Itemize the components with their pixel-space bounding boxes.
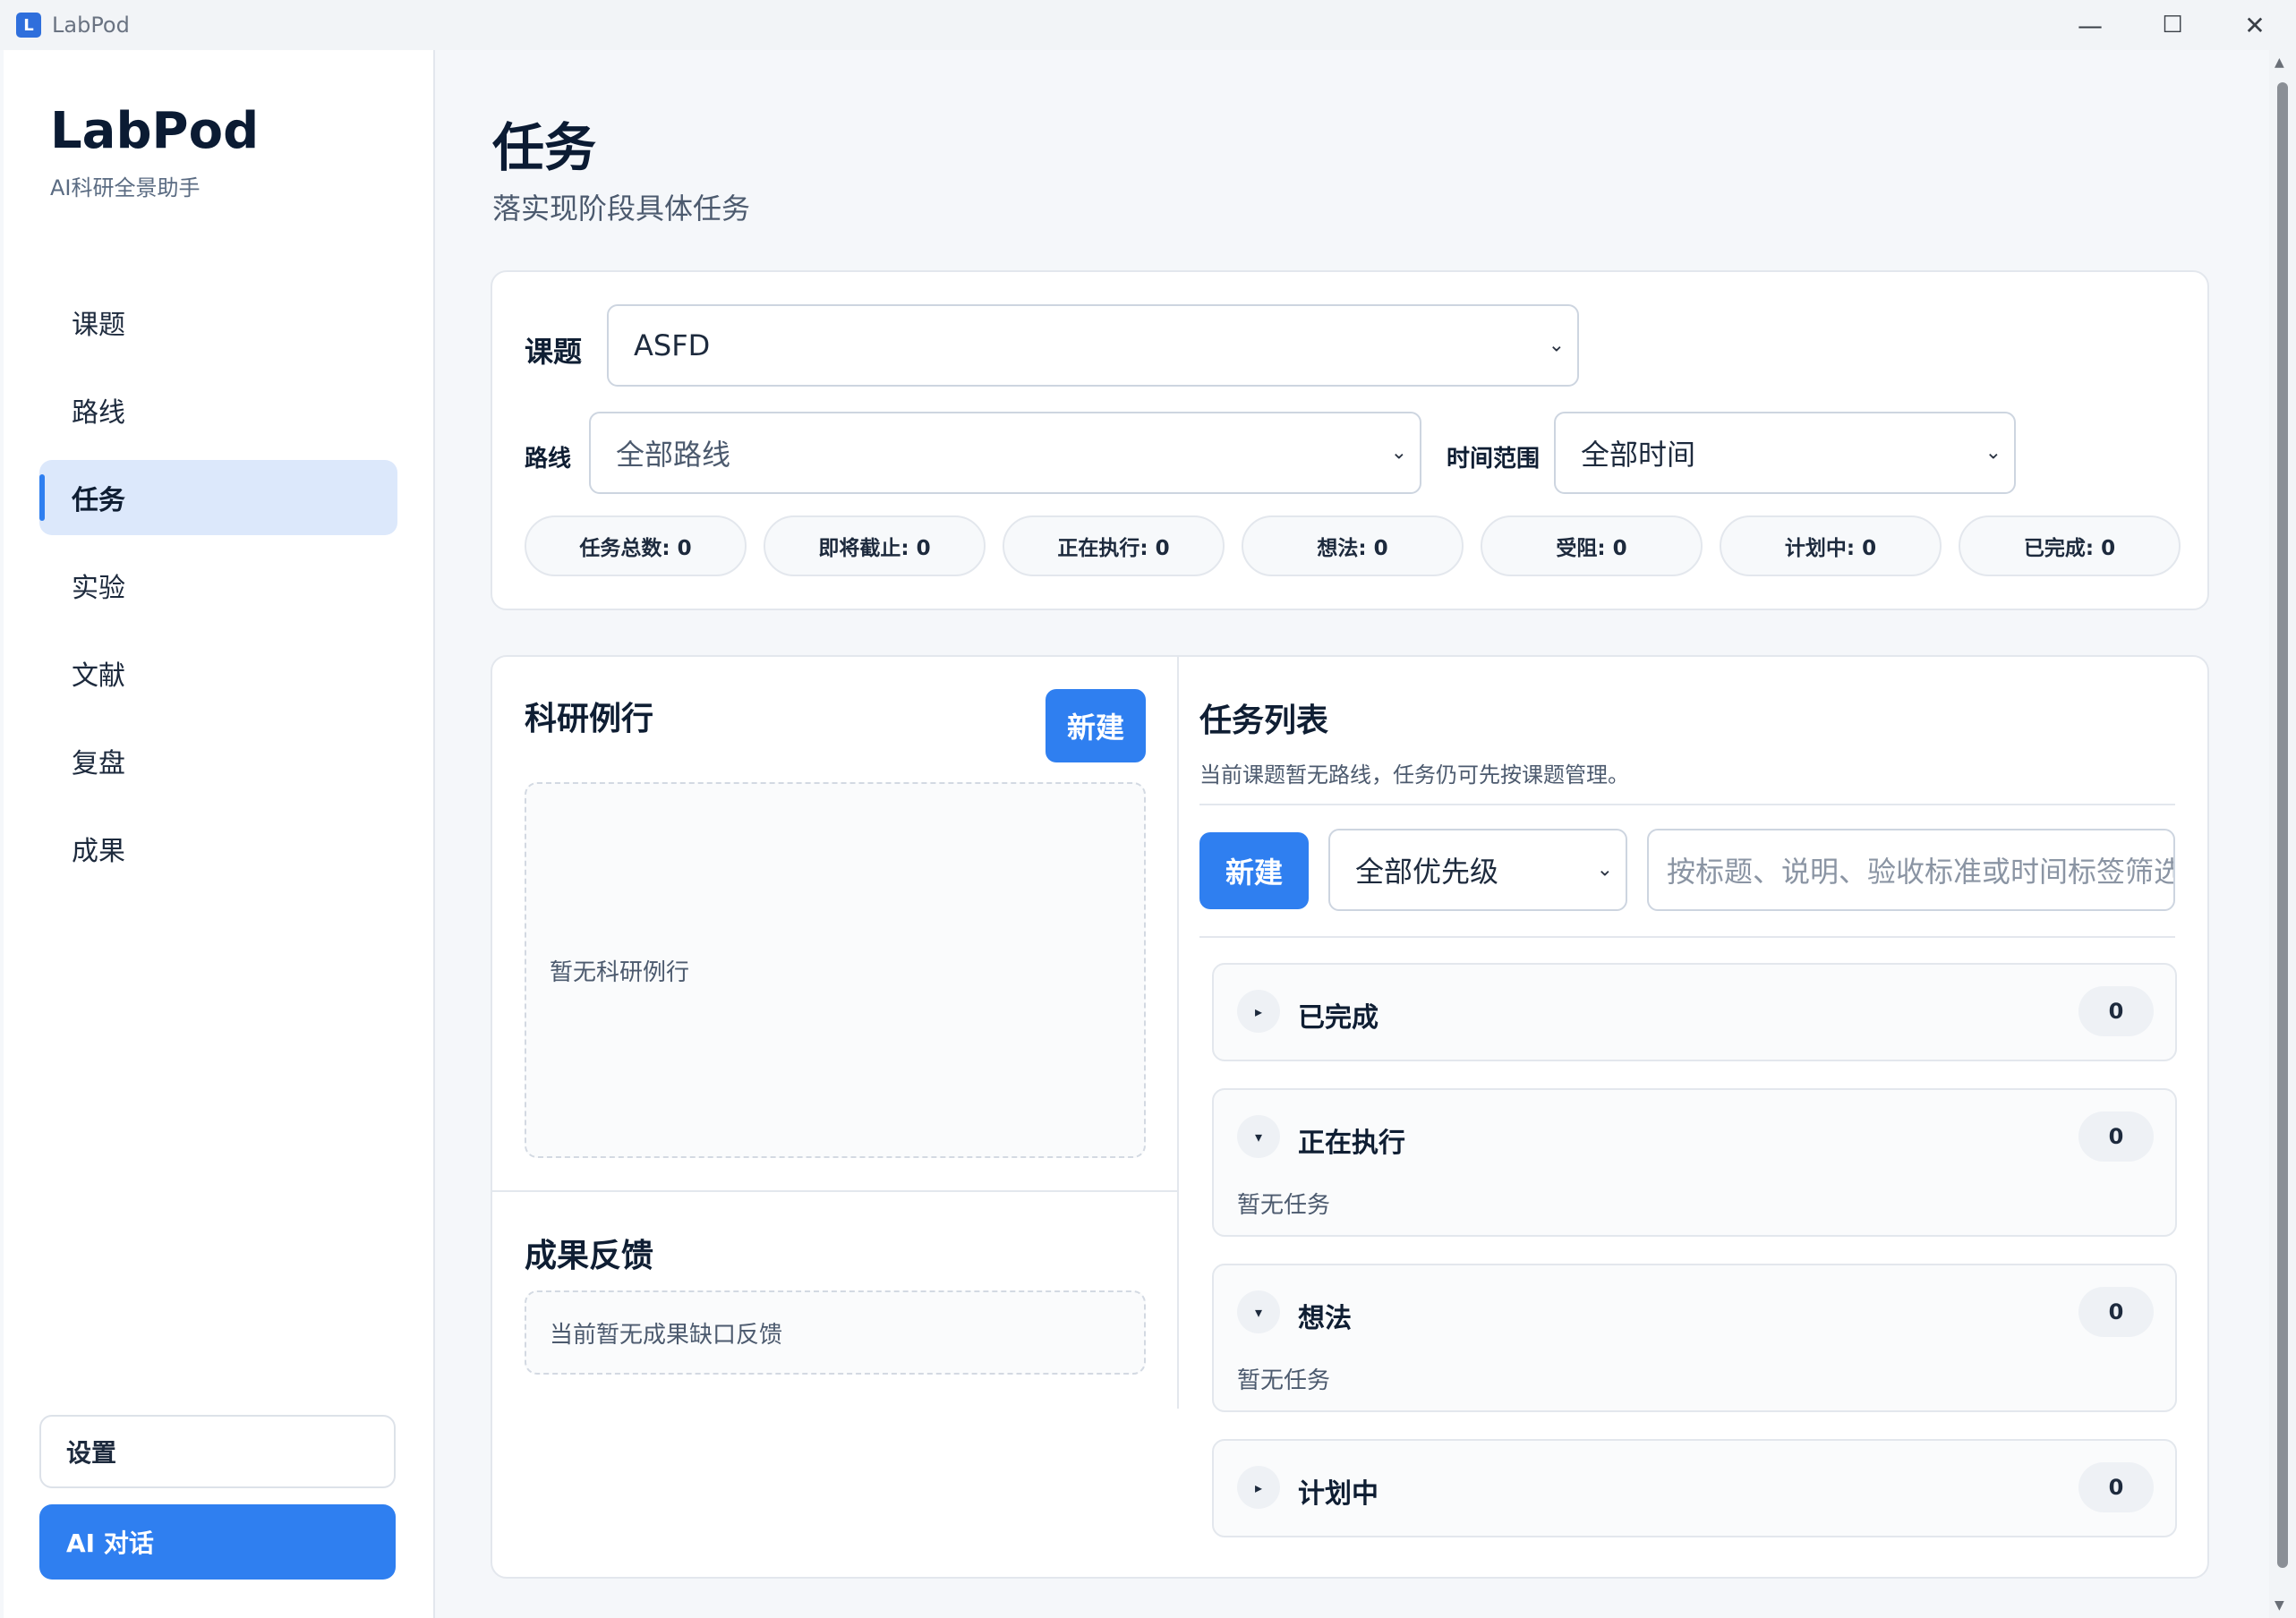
minimize-icon[interactable]: — [2049,0,2131,50]
chevron-down-icon: ⌄ [1984,441,2002,464]
stat-completed: 已完成: 0 [1959,515,2181,576]
task-group-completed[interactable]: ▸ 已完成 0 [1212,963,2177,1061]
main-content: 任务 落实现阶段具体任务 课题 ASFD ⌄ 路线 全部路线 ⌄ 时间范围 全部… [435,50,2269,1618]
stat-blocked: 受阻: 0 [1481,515,1703,576]
time-range-select-value: 全部时间 [1581,438,1696,472]
triangle-down-icon[interactable]: ▾ [1237,1115,1280,1158]
stat-planned: 计划中: 0 [1720,515,1942,576]
sidebar-item-tasks[interactable]: 任务 [39,460,397,535]
group-name: 正在执行 [1298,1128,1405,1159]
group-empty-text: 暂无任务 [1237,1367,1331,1394]
route-label: 路线 [525,446,572,473]
group-name: 已完成 [1298,1002,1378,1034]
ai-chat-button[interactable]: AI 对话 [39,1504,396,1580]
group-count-badge: 0 [2078,1287,2154,1337]
feedback-empty-text: 当前暂无成果缺口反馈 [550,1321,783,1349]
sidebar-item-literature[interactable]: 文献 [39,635,397,711]
window-title: LabPod [52,13,130,38]
app-logo-icon: L [16,13,41,38]
chevron-down-icon: ⌄ [1548,334,1565,357]
maximize-icon[interactable]: ☐ [2131,0,2214,50]
group-name: 想法 [1298,1303,1352,1334]
group-count-badge: 0 [2078,1111,2154,1162]
brand-subtitle: AI科研全景助手 [50,175,201,200]
topic-label: 课题 [525,335,583,369]
time-range-select[interactable]: 全部时间 ⌄ [1554,412,2016,494]
toolbar-divider [1199,936,2175,938]
sidebar: LabPod AI科研全景助手 课题 路线 任务 实验 文献 复盘 成果 设置 … [4,50,435,1618]
filter-card: 课题 ASFD ⌄ 路线 全部路线 ⌄ 时间范围 全部时间 ⌄ 任务总数: 0 … [491,270,2209,610]
task-list-subtitle: 当前课题暂无路线，任务仍可先按课题管理。 [1199,762,1629,788]
page-subtitle: 落实现阶段具体任务 [492,192,751,226]
page-title: 任务 [492,117,597,178]
task-group-in-progress[interactable]: ▾ 正在执行 0 暂无任务 [1212,1088,2177,1237]
title-bar: L LabPod — ☐ ✕ [0,0,2296,50]
feedback-empty-box: 当前暂无成果缺口反馈 [525,1290,1146,1375]
brand-title: LabPod [50,102,260,160]
sidebar-item-results[interactable]: 成果 [39,811,397,886]
close-icon[interactable]: ✕ [2214,0,2296,50]
triangle-down-icon[interactable]: ▾ [1237,1290,1280,1333]
new-routine-button[interactable]: 新建 [1046,689,1146,762]
topic-select[interactable]: ASFD ⌄ [607,304,1579,387]
task-search-placeholder: 按标题、说明、验收标准或时间标签筛选 [1667,855,2175,889]
route-select-value: 全部路线 [616,438,731,472]
task-group-ideas[interactable]: ▾ 想法 0 暂无任务 [1212,1264,2177,1412]
time-range-label: 时间范围 [1447,446,1541,473]
sidebar-nav: 课题 路线 任务 实验 文献 复盘 成果 [39,285,397,898]
stat-due-soon: 即将截止: 0 [764,515,986,576]
triangle-right-icon[interactable]: ▸ [1237,1466,1280,1509]
sidebar-item-review[interactable]: 复盘 [39,723,397,798]
route-select[interactable]: 全部路线 ⌄ [589,412,1421,494]
priority-select-value: 全部优先级 [1355,855,1499,889]
stat-ideas: 想法: 0 [1242,515,1464,576]
topic-select-value: ASFD [634,328,711,362]
settings-button[interactable]: 设置 [39,1415,396,1488]
group-count-badge: 0 [2078,986,2154,1036]
app-window: L LabPod — ☐ ✕ LabPod AI科研全景助手 课题 路线 任务 … [0,0,2296,1618]
task-list-divider [1199,804,2175,805]
task-list-title: 任务列表 [1199,703,1329,739]
sidebar-item-topics[interactable]: 课题 [39,285,397,360]
sidebar-item-routes[interactable]: 路线 [39,372,397,447]
task-group-planned[interactable]: ▸ 计划中 0 [1212,1439,2177,1537]
routine-empty-text: 暂无科研例行 [550,958,690,986]
vertical-scrollbar[interactable]: ▲ ▼ [2269,50,2296,1618]
stat-total: 任务总数: 0 [525,515,747,576]
group-name: 计划中 [1298,1478,1378,1510]
scroll-up-icon[interactable]: ▲ [2275,55,2284,70]
triangle-right-icon[interactable]: ▸ [1237,990,1280,1033]
scroll-down-icon[interactable]: ▼ [2275,1598,2284,1613]
feedback-title: 成果反馈 [525,1238,654,1274]
stats-row: 任务总数: 0 即将截止: 0 正在执行: 0 想法: 0 受阻: 0 计划中:… [525,515,2181,576]
priority-select[interactable]: 全部优先级 ⌄ [1328,829,1627,911]
chevron-down-icon: ⌄ [1596,858,1613,881]
stat-in-progress: 正在执行: 0 [1003,515,1225,576]
group-count-badge: 0 [2078,1462,2154,1512]
routine-empty-box: 暂无科研例行 [525,782,1146,1158]
new-task-button[interactable]: 新建 [1199,832,1309,909]
routine-title: 科研例行 [525,701,654,737]
task-search-input[interactable]: 按标题、说明、验收标准或时间标签筛选 [1647,829,2175,911]
section-divider [492,1190,1178,1192]
group-empty-text: 暂无任务 [1237,1192,1331,1219]
sidebar-item-experiments[interactable]: 实验 [39,548,397,623]
column-divider [1177,657,1179,1409]
chevron-down-icon: ⌄ [1390,441,1407,464]
work-card: 科研例行 新建 暂无科研例行 成果反馈 当前暂无成果缺口反馈 任务列表 当前课题… [491,655,2209,1579]
scroll-thumb[interactable] [2277,82,2288,1568]
